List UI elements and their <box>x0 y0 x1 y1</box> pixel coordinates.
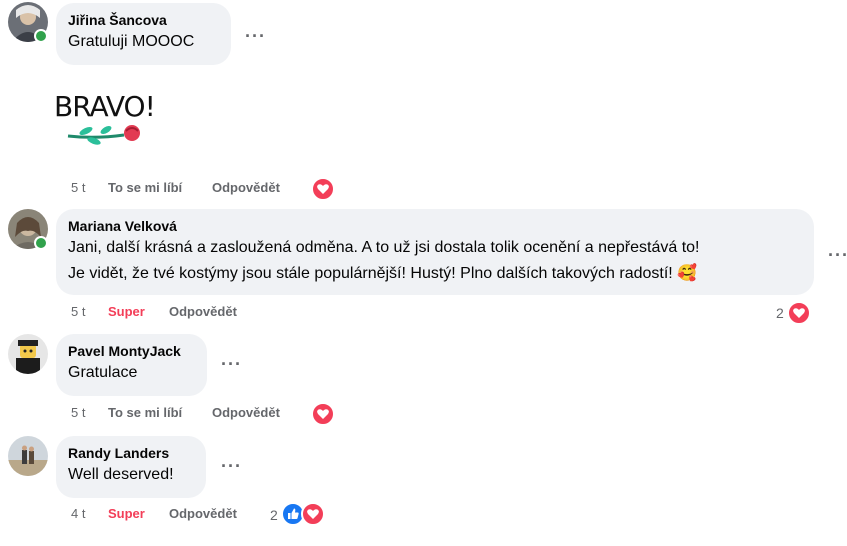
sticker-image: BRAVO! <box>54 90 164 160</box>
comment-author[interactable]: Mariana Velková <box>68 217 802 235</box>
heart-icon[interactable] <box>787 301 811 325</box>
comment-actions: 4 t Super Odpovědět <box>0 506 400 526</box>
reply-button[interactable]: Odpovědět <box>212 405 280 421</box>
reply-button[interactable]: Odpovědět <box>169 304 237 320</box>
reaction-count[interactable]: 2 <box>270 507 278 523</box>
online-status-dot <box>34 236 48 250</box>
comment-bubble: Randy Landers Well deserved! <box>56 436 206 498</box>
comment-bubble: Mariana Velková Jani, další krásná a zas… <box>56 209 814 295</box>
more-options-button[interactable]: ··· <box>221 355 242 373</box>
rose-icon <box>67 125 140 145</box>
comment-time[interactable]: 5 t <box>71 180 85 196</box>
more-options-button[interactable]: ··· <box>828 246 847 264</box>
online-status-dot <box>34 29 48 43</box>
comment-text-line: Je vidět, že tvé kostýmy jsou stále popu… <box>68 265 698 282</box>
comment-time[interactable]: 4 t <box>71 506 85 522</box>
super-reaction-button[interactable]: Super <box>108 506 145 522</box>
comment-time[interactable]: 5 t <box>71 405 85 421</box>
reaction-count[interactable]: 2 <box>776 305 784 321</box>
comment-author[interactable]: Randy Landers <box>68 444 194 462</box>
comment-actions: 5 t To se mi líbí Odpovědět <box>0 180 400 200</box>
comment-author[interactable]: Jiřina Šancova <box>68 11 219 29</box>
comment-time[interactable]: 5 t <box>71 304 85 320</box>
like-button[interactable]: To se mi líbí <box>108 180 182 196</box>
comment-author[interactable]: Pavel MontyJack <box>68 342 195 360</box>
like-button[interactable]: To se mi líbí <box>108 405 182 421</box>
comment-text: Well deserved! <box>68 466 174 483</box>
heart-icon[interactable] <box>311 177 335 201</box>
comment-text: Gratuluji MOOOC <box>68 33 195 50</box>
more-options-button[interactable]: ··· <box>221 457 242 475</box>
comment-text: Gratulace <box>68 364 138 381</box>
avatar[interactable] <box>8 436 48 476</box>
reply-button[interactable]: Odpovědět <box>169 506 237 522</box>
heart-icon[interactable] <box>311 402 335 426</box>
more-options-button[interactable]: ··· <box>245 27 266 45</box>
comment-text-line: Jani, další krásná a zasloužená odměna. … <box>68 239 700 256</box>
reply-button[interactable]: Odpovědět <box>212 180 280 196</box>
sticker-text: BRAVO! <box>54 90 156 123</box>
avatar[interactable] <box>8 334 48 374</box>
comment-actions: 5 t To se mi líbí Odpovědět <box>0 405 400 425</box>
comment-actions: 5 t Super Odpovědět <box>0 304 400 324</box>
super-reaction-button[interactable]: Super <box>108 304 145 320</box>
heart-icon[interactable] <box>301 502 325 526</box>
comment-bubble: Pavel MontyJack Gratulace <box>56 334 207 396</box>
comment-bubble: Jiřina Šancova Gratuluji MOOOC <box>56 3 231 65</box>
